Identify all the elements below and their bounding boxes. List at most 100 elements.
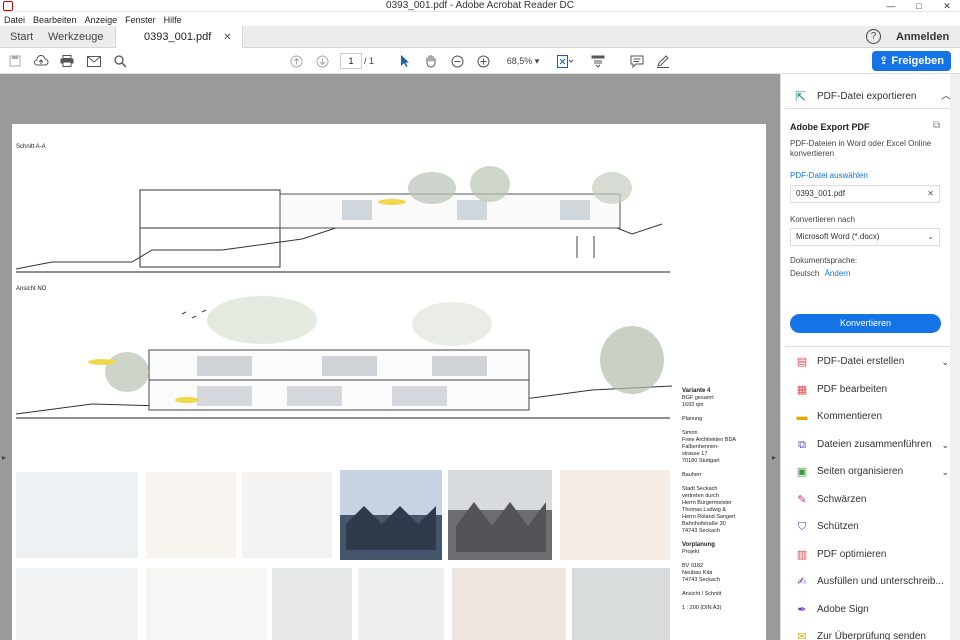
share-button[interactable]: ⇪ Freigeben — [872, 51, 951, 71]
fill-sign-icon: ✍ — [797, 576, 807, 588]
save-icon[interactable] — [6, 52, 24, 70]
clear-file-icon[interactable]: ✕ — [927, 186, 934, 202]
page-total: / 1 — [364, 56, 375, 66]
maximize-button[interactable]: □ — [906, 0, 932, 12]
combine-files-icon: ⧉ — [798, 438, 806, 451]
planning-line: Simon — [682, 430, 698, 436]
close-tab-icon[interactable]: ✕ — [223, 32, 231, 43]
render-thumbnail — [16, 472, 138, 558]
email-icon[interactable] — [85, 52, 103, 70]
search-icon[interactable] — [111, 52, 129, 70]
tool-item-fill-sign[interactable]: ✍ Ausfüllen und unterschreib... — [795, 573, 951, 591]
chevron-down-icon[interactable]: ⌄ — [941, 353, 949, 371]
client-line: Bahnhofstraße 30 — [682, 521, 726, 527]
tool-item-redact[interactable]: ✎ Schwärzen — [795, 491, 951, 509]
document-language-value: Deutsch Ändern — [790, 269, 850, 278]
adobe-export-title: Adobe Export PDF — [790, 122, 870, 132]
zoom-level-select[interactable]: 68,5% ▾ — [500, 53, 546, 69]
tool-item-label: Ausfüllen und unterschreib... — [817, 576, 944, 587]
draw-pen-icon[interactable] — [654, 52, 672, 70]
planning-line: Falbenhennen- — [682, 444, 720, 450]
comment-icon: ▬ — [796, 411, 808, 423]
export-pdf-header[interactable]: ⇱ PDF-Datei exportieren ︿ — [795, 88, 951, 106]
format-select[interactable]: Microsoft Word (*.docx) ⌄ — [790, 228, 940, 246]
close-window-button[interactable]: ✕ — [934, 0, 960, 12]
tool-item-adobe-sign[interactable]: ✒ Adobe Sign — [795, 601, 951, 619]
tool-item-protect[interactable]: ⛉ Schützen — [795, 518, 951, 536]
render-thumbnail — [452, 568, 566, 640]
export-pdf-title: PDF-Datei exportieren — [817, 91, 917, 102]
client-label: Bauherr — [682, 472, 702, 478]
bgf-label: BGF gesamt: — [682, 395, 715, 401]
page-number-input[interactable]: 1 — [340, 53, 362, 69]
chevron-down-icon[interactable]: ⌄ — [941, 436, 949, 454]
menu-hilfe[interactable]: Hilfe — [160, 13, 186, 27]
chevron-down-icon[interactable]: ⌄ — [941, 463, 949, 481]
help-icon[interactable]: ? — [866, 29, 881, 44]
comment-icon[interactable] — [628, 52, 646, 70]
client-line: Stadt Seckach — [682, 486, 718, 492]
copy-icon[interactable]: ⧉ — [933, 120, 940, 131]
tool-item-optimize-pdf[interactable]: ▥ PDF optimieren — [795, 546, 951, 564]
project-line: BV 0182 — [682, 563, 704, 569]
left-panel-toggle-icon[interactable]: ▸ — [0, 448, 8, 468]
menu-bearbeiten[interactable]: Bearbeiten — [29, 13, 81, 27]
right-panel-toggle-icon[interactable]: ▸ — [770, 448, 778, 468]
hand-tool-icon[interactable] — [422, 52, 440, 70]
tool-item-organize-pages[interactable]: ▣ Seiten organisieren ⌄ — [795, 463, 951, 481]
menu-datei[interactable]: Datei — [0, 13, 29, 27]
tools-panel: ⇱ PDF-Datei exportieren ︿ Adobe Export P… — [780, 74, 960, 640]
tool-item-create-pdf[interactable]: ▤ PDF-Datei erstellen ⌄ — [795, 353, 951, 371]
render-thumbnail — [242, 472, 332, 558]
planning-line: strasse 17 — [682, 451, 708, 457]
language-name: Deutsch — [790, 269, 820, 278]
tool-item-label: Seiten organisieren — [817, 466, 904, 477]
menu-anzeige[interactable]: Anzeige — [81, 13, 122, 27]
chevron-down-icon: ⌄ — [927, 232, 934, 241]
variant-label: Variante 4 — [682, 388, 711, 394]
sign-in-link[interactable]: Anmelden — [896, 26, 949, 48]
minimize-button[interactable]: — — [878, 0, 904, 12]
tool-item-label: PDF-Datei erstellen — [817, 356, 905, 367]
tool-item-comment[interactable]: ▬ Kommentieren — [795, 408, 951, 426]
cloud-upload-icon[interactable] — [32, 52, 50, 70]
convert-button[interactable]: Konvertieren — [790, 314, 941, 333]
divider — [785, 108, 950, 109]
pdf-page: Schnitt A-A Ansicht NO Variante 4 BGF ge… — [12, 124, 766, 640]
tool-item-label: PDF optimieren — [817, 548, 887, 560]
choose-pdf-link[interactable]: PDF-Datei auswählen — [790, 171, 868, 180]
zoom-in-icon[interactable] — [474, 52, 492, 70]
section-a-drawing — [15, 166, 670, 273]
edit-pdf-icon: ▦ — [796, 383, 808, 396]
previous-page-icon[interactable] — [287, 52, 305, 70]
organize-pages-icon: ▣ — [796, 466, 808, 478]
tab-bar: Start Werkzeuge 0393_001.pdf ✕ ? Anmelden — [0, 26, 960, 49]
tool-item-send-review[interactable]: ✉ Zur Überprüfung senden — [795, 628, 951, 640]
tab-tools[interactable]: Werkzeuge — [48, 26, 103, 48]
print-icon[interactable] — [58, 52, 76, 70]
export-pdf-icon: ⇱ — [795, 89, 806, 104]
selected-file-field[interactable]: 0393_001.pdf ✕ — [790, 185, 940, 203]
zoom-out-icon[interactable] — [448, 52, 466, 70]
change-language-link[interactable]: Ändern — [825, 269, 851, 278]
tab-start[interactable]: Start — [10, 26, 33, 48]
tool-item-combine-files[interactable]: ⧉ Dateien zusammenführen ⌄ — [795, 436, 951, 454]
panel-scrollbar[interactable] — [950, 74, 960, 640]
project-line: Neubau Kita — [682, 570, 713, 576]
menu-fenster[interactable]: Fenster — [121, 13, 160, 27]
planning-line: Freie Architekten BDA — [682, 437, 737, 443]
section-a-label: Schnitt A-A — [16, 144, 46, 150]
page-fit-icon[interactable] — [556, 52, 574, 70]
tool-item-label: Kommentieren — [817, 411, 883, 422]
tab-document[interactable]: 0393_001.pdf ✕ — [115, 26, 243, 49]
tool-item-label: Zur Überprüfung senden — [817, 631, 926, 640]
window-title: 0393_001.pdf - Adobe Acrobat Reader DC — [386, 0, 574, 11]
tool-item-label: Schwärzen — [817, 493, 867, 505]
tool-item-edit-pdf[interactable]: ▦ PDF bearbeiten — [795, 381, 951, 399]
next-page-icon[interactable] — [313, 52, 331, 70]
phase-label: Vorplanung — [682, 542, 715, 548]
planning-line: 70180 Stuttgart — [682, 458, 720, 464]
scrolling-mode-icon[interactable] — [589, 52, 607, 70]
select-cursor-icon[interactable] — [396, 52, 414, 70]
render-thumbnail — [340, 470, 442, 560]
